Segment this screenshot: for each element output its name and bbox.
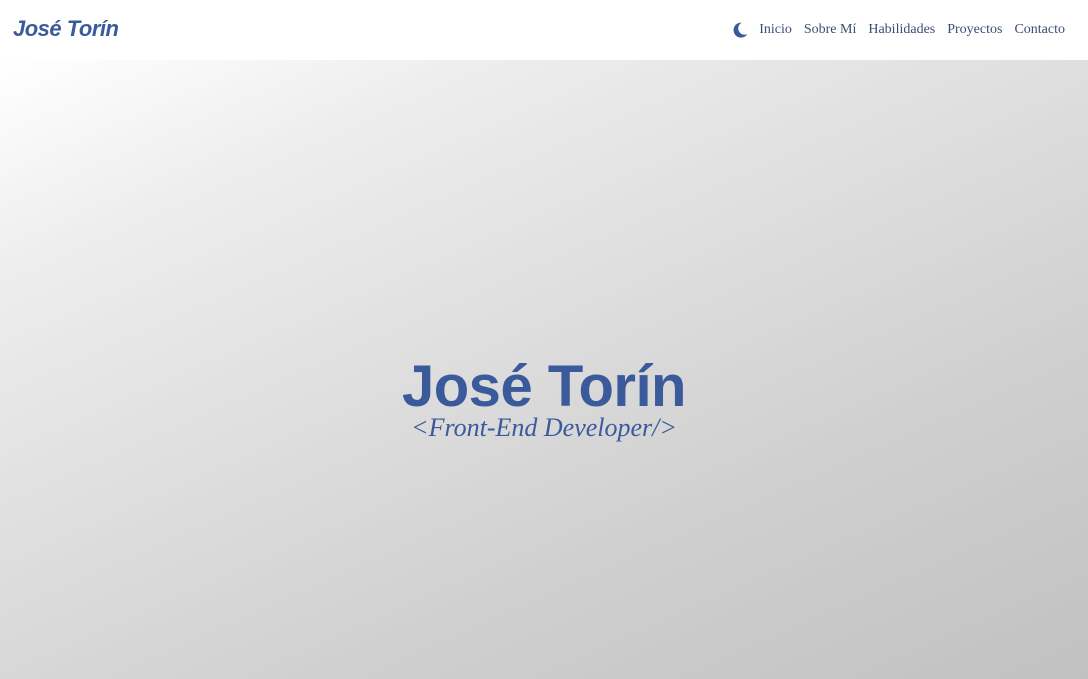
moon-icon bbox=[733, 22, 748, 38]
hero-section: José Torín <Front-End Developer/> bbox=[0, 60, 1088, 679]
brand-logo-link[interactable]: José Torín bbox=[13, 16, 119, 42]
hero-subtitle: <Front-End Developer/> bbox=[411, 413, 677, 442]
nav-menu: Inicio Sobre Mí Habilidades Proyectos Co… bbox=[730, 0, 1065, 60]
nav-link-contacto[interactable]: Contacto bbox=[1014, 22, 1065, 38]
hero-title: José Torín bbox=[402, 354, 686, 419]
nav-link-proyectos[interactable]: Proyectos bbox=[947, 22, 1002, 38]
nav-link-sobre-mi[interactable]: Sobre Mí bbox=[804, 22, 857, 38]
nav-link-inicio[interactable]: Inicio bbox=[759, 22, 792, 38]
navbar: José Torín Inicio Sobre Mí Habilidades P… bbox=[0, 0, 1088, 60]
theme-toggle-button[interactable] bbox=[730, 20, 750, 40]
nav-link-habilidades[interactable]: Habilidades bbox=[868, 22, 935, 38]
hero-content: José Torín <Front-End Developer/> bbox=[0, 354, 1088, 444]
